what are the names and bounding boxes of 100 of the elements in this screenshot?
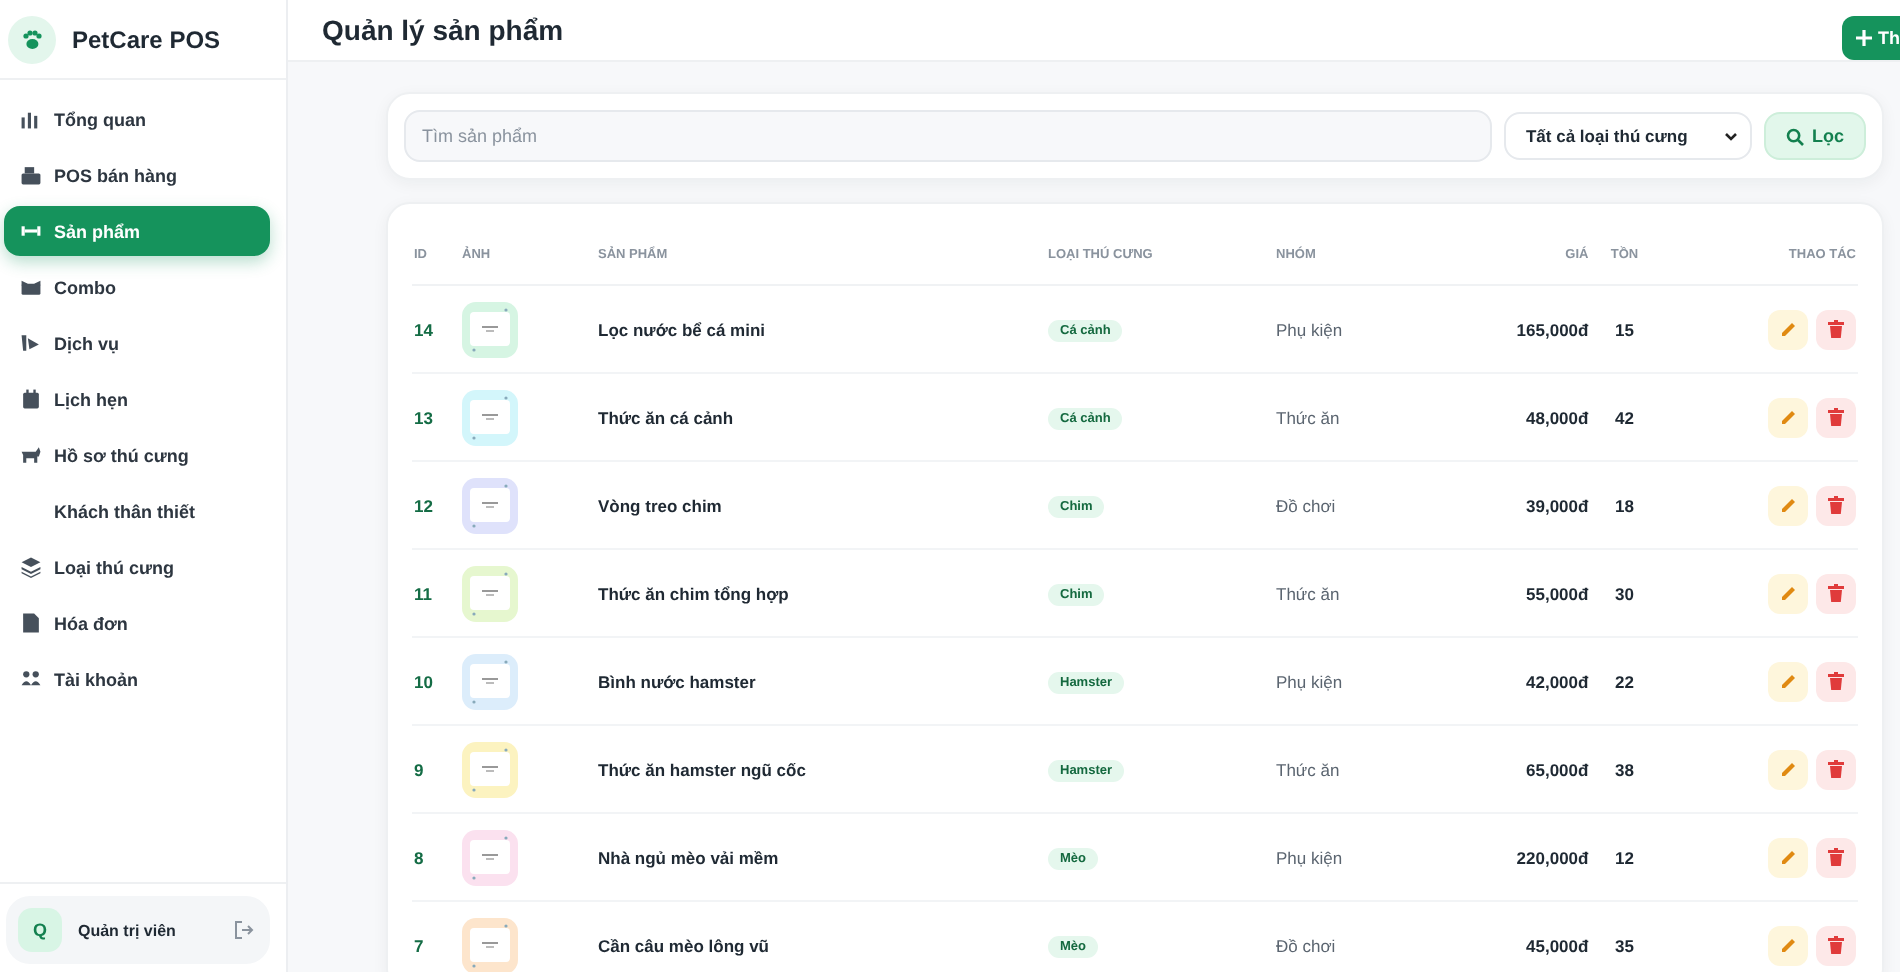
stock-cell: 22 <box>1615 671 1634 691</box>
edit-button[interactable] <box>1768 309 1808 349</box>
id-cell: 7 <box>414 935 424 955</box>
price-cell: 220,000đ <box>1516 847 1589 867</box>
id-cell: 14 <box>414 319 433 339</box>
stock-cell: 15 <box>1615 319 1634 339</box>
id-cell: 11 <box>414 583 432 603</box>
trash-icon <box>1828 320 1844 338</box>
edit-button[interactable] <box>1768 573 1808 613</box>
bone-icon <box>20 220 42 242</box>
delete-button[interactable] <box>1816 397 1856 437</box>
chevron-down-icon <box>1723 131 1738 141</box>
group-cell: Thức ăn <box>1276 407 1340 427</box>
filter-button[interactable]: Lọc <box>1763 112 1866 160</box>
users-icon <box>20 668 42 690</box>
trash-icon <box>1828 584 1844 602</box>
group-cell: Thức ăn <box>1276 583 1340 603</box>
search-icon <box>1785 127 1804 145</box>
sidebar-item[interactable]: Combo <box>4 262 270 312</box>
trash-icon <box>1828 672 1844 690</box>
dog-icon <box>20 444 42 466</box>
price-cell: 42,000đ <box>1526 671 1589 691</box>
product-name: Thức ăn cá cảnh <box>598 407 734 427</box>
edit-button[interactable] <box>1768 661 1808 701</box>
avatar: Q <box>18 908 62 952</box>
product-name: Bình nước hamster <box>598 671 756 691</box>
pet-type-dropdown[interactable]: Tất cả loại thú cưng <box>1503 112 1752 160</box>
add-button[interactable]: Th <box>1842 16 1900 60</box>
group-cell: Phụ kiện <box>1276 671 1343 691</box>
page-title: Quản lý sản phẩm <box>322 14 564 46</box>
delete-button[interactable] <box>1816 309 1856 349</box>
trash-icon <box>1828 848 1844 866</box>
trash-icon <box>1828 936 1844 954</box>
pencil-icon <box>1779 584 1797 602</box>
group-cell: Đồ chơi <box>1276 935 1336 955</box>
search-field[interactable]: Tìm sản phẩm <box>404 110 1492 162</box>
layers-icon <box>20 556 42 578</box>
product-name: Lọc nước bể cá mini <box>598 319 766 339</box>
sidebar-item[interactable]: Sản phẩm <box>4 206 270 256</box>
price-cell: 65,000đ <box>1526 759 1589 779</box>
plus-icon <box>1856 30 1872 46</box>
pencil-icon <box>1779 760 1797 778</box>
sidebar-item[interactable]: Hồ sơ thú cưng <box>4 430 270 480</box>
pencil-icon <box>1779 408 1797 426</box>
box-icon <box>20 276 42 298</box>
price-cell: 48,000đ <box>1526 407 1589 427</box>
price-cell: 45,000đ <box>1526 935 1589 955</box>
id-cell: 13 <box>414 407 433 427</box>
trash-icon <box>1828 496 1844 514</box>
price-cell: 55,000đ <box>1526 583 1589 603</box>
pencil-icon <box>1779 936 1797 954</box>
sidebar-item[interactable]: Loại thú cưng <box>4 542 270 592</box>
group-cell: Thức ăn <box>1276 759 1340 779</box>
sidebar-item[interactable]: Dịch vụ <box>4 318 270 368</box>
delete-button[interactable] <box>1816 573 1856 613</box>
id-cell: 10 <box>414 671 433 691</box>
pencil-icon <box>1779 496 1797 514</box>
id-cell: 9 <box>414 759 424 779</box>
stock-cell: 42 <box>1615 407 1634 427</box>
product-name: Cần câu mèo lông vũ <box>598 935 769 955</box>
pencil-icon <box>1779 848 1797 866</box>
sidebar-item[interactable]: Lịch hẹn <box>4 374 270 424</box>
calendar-icon <box>20 388 42 410</box>
delete-button[interactable] <box>1816 837 1856 877</box>
stock-cell: 30 <box>1615 583 1634 603</box>
trash-icon <box>1828 408 1844 426</box>
group-cell: Đồ chơi <box>1276 495 1336 515</box>
id-cell: 12 <box>414 495 433 515</box>
stock-cell: 35 <box>1615 935 1634 955</box>
brand-name: PetCare POS <box>72 25 221 53</box>
trash-icon <box>1828 760 1844 778</box>
sidebar-item[interactable]: POS bán hàng <box>4 150 270 200</box>
delete-button[interactable] <box>1816 661 1856 701</box>
document-icon <box>20 612 42 634</box>
edit-button[interactable] <box>1768 925 1808 965</box>
group-cell: Phụ kiện <box>1276 847 1343 867</box>
edit-button[interactable] <box>1768 837 1808 877</box>
sidebar-item[interactable]: Tài khoản <box>4 654 270 704</box>
id-cell: 8 <box>414 847 424 867</box>
group-cell: Phụ kiện <box>1276 319 1343 339</box>
product-name: Thức ăn hamster ngũ cốc <box>598 759 806 779</box>
sidebar-item[interactable]: Hóa đơn <box>4 598 270 648</box>
pencil-icon <box>1779 320 1797 338</box>
sidebar-item[interactable]: Khách thân thiết <box>4 486 270 536</box>
edit-button[interactable] <box>1768 397 1808 437</box>
delete-button[interactable] <box>1816 749 1856 789</box>
price-cell: 39,000đ <box>1526 495 1589 515</box>
bar-chart-icon <box>20 108 42 130</box>
logout-icon[interactable] <box>234 920 254 940</box>
product-name: Nhà ngủ mèo vải mềm <box>598 847 779 867</box>
edit-button[interactable] <box>1768 485 1808 525</box>
pencil-icon <box>1779 672 1797 690</box>
edit-button[interactable] <box>1768 749 1808 789</box>
paw-logo-icon <box>8 15 56 63</box>
sidebar-item[interactable]: Tổng quan <box>4 94 270 144</box>
register-icon <box>20 164 42 186</box>
delete-button[interactable] <box>1816 485 1856 525</box>
price-cell: 165,000đ <box>1516 319 1589 339</box>
delete-button[interactable] <box>1816 925 1856 965</box>
product-name: Thức ăn chim tổng hợp <box>598 583 789 603</box>
